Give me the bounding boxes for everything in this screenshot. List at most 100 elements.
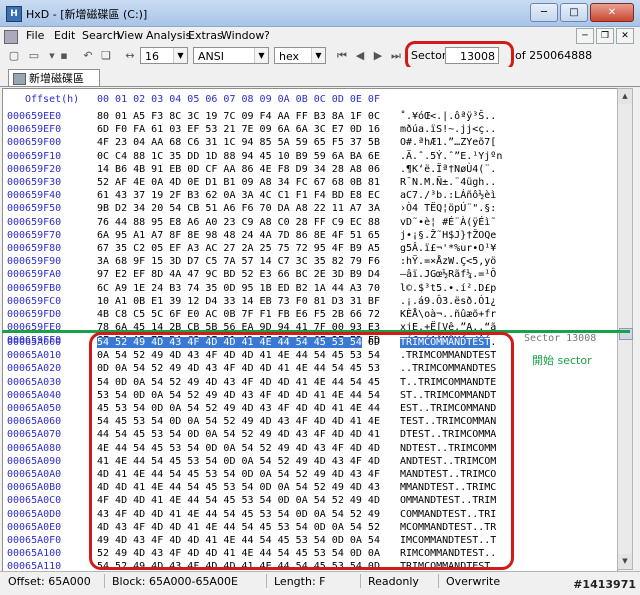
row-offset: 000659F90 [7,256,62,268]
hex-row[interactable]: 000659EF0 6D F0 FA 61 03 EF 53 21 7E 09 6… [3,123,617,136]
row-offset: 00065A050 [7,403,62,414]
row-ascii: .Ä.ˆ.5Ý.ˆ”E.¹Yjºn [400,150,503,162]
row-offset: 000659F20 [7,163,62,175]
status-divider [438,574,439,588]
mdi-minimize-button[interactable]: ─ [576,28,594,44]
menu-extras[interactable]: Extras [188,29,223,42]
hex-row[interactable]: 000659F70 6A 95 A1 A7 8F 8E 98 48 24 4A 7… [3,229,617,242]
last-sector-icon[interactable]: ⏭ [388,48,404,64]
start-sector-annotation: 開始 sector [532,354,592,367]
chevron-down-icon: ▼ [311,48,325,63]
undo-icon[interactable]: ↶ [80,48,96,64]
offset-column-header: Offset(h) [25,94,80,105]
hxd-app-icon[interactable]: H [6,6,22,22]
mdi-close-button[interactable]: ✕ [616,28,634,44]
hex-row[interactable]: 000659FD0 4B C8 C5 5C 6F E0 AC 0B 7F F1 F… [3,308,617,321]
copy-icon[interactable]: ❏ [98,48,114,64]
menu-view[interactable]: View [117,29,143,42]
hex-row[interactable]: 000659F10 0C C4 88 1C 35 DD 1D 88 94 45 1… [3,150,617,163]
charset-select[interactable]: ANSI ▼ [193,47,269,64]
bytes-per-row-value: 16 [145,50,159,63]
bytes-per-row-icon: ↔ [125,49,135,62]
row-offset: 000659FA0 [7,269,62,281]
status-offset: Offset: 65A000 [8,575,91,588]
display-mode-select[interactable]: hex ▼ [274,47,326,64]
maximize-button[interactable]: □ [560,3,588,22]
row-ascii: j•¡§.Ž˜H$J}†ŽOQe [400,229,497,241]
row-ascii: :hŸ.=×ÅzW.Ç<5‚yö [400,256,497,268]
title-bar[interactable]: H HxD - [新增磁碟區 (C:)] ─ □ ✕ [0,0,640,27]
hex-row[interactable]: 000659F30 52 AF 4E 0A 4D 0E D1 B1 09 A8 3… [3,176,617,189]
hex-row[interactable]: 000659F00 4F 23 04 AA 68 C6 31 1C 94 85 5… [3,136,617,149]
status-length: Length: F [274,575,326,588]
scroll-down-icon[interactable]: ▼ [618,554,632,569]
row-offset: 000659EF0 [7,124,62,136]
row-hex-bytes: 10 A1 0B E1 39 12 D4 33 14 EB 73 F0 81 D… [97,295,380,307]
new-file-icon[interactable]: ▢ [6,48,22,64]
previous-sector-icon[interactable]: ◀ [352,48,368,64]
row-offset: 00065A000 [7,337,62,348]
row-hex-bytes: 76 44 88 95 E8 A6 A0 23 C9 A8 C0 28 FF C… [97,216,380,228]
document-icon[interactable] [4,30,18,44]
save-icon[interactable]: ▪ [56,48,72,64]
row-ascii: ›Ò4 TËQ¦öpÚ¨".§: [400,203,497,215]
drive-icon [13,73,26,85]
document-tabs: 新增磁碟區 (C:) [0,67,640,102]
row-hex-bytes: 61 43 37 19 2F B3 62 0A 3A 4C C1 F1 F4 B… [97,190,380,202]
row-hex-bytes: 6C A9 1E 24 B3 74 35 0D 95 1B ED B2 1A 4… [97,282,380,294]
hex-row[interactable]: 000659F20 14 B6 4B 91 EB 0D CF AA 86 4E F… [3,163,617,176]
row-offset: 00065A0C0 [7,495,62,507]
watermark: #1413971 [573,578,636,591]
open-folder-icon[interactable]: ▭ [26,48,42,64]
chevron-down-icon: ▼ [173,48,187,63]
menu-file[interactable]: File [26,29,44,42]
row-offset: 00065A090 [7,455,62,467]
hex-row[interactable]: 000659F80 67 35 C2 05 EF A3 AC 27 2A 25 7… [3,242,617,255]
menu-edit[interactable]: Edit [54,29,75,42]
row-offset: 00065A040 [7,389,62,401]
mdi-restore-button[interactable]: ❐ [596,28,614,44]
row-offset: 00065A100 [7,548,62,560]
row-hex-bytes: 6A 95 A1 A7 8F 8E 98 48 24 4A 7D 86 8E 4… [97,229,380,241]
row-offset: 000659FD0 [7,309,62,320]
next-sector-icon[interactable]: ▶ [370,48,386,64]
menu-help[interactable]: ? [264,29,270,42]
row-offset: 00065A070 [7,429,62,441]
menu-search[interactable]: Search [82,29,120,42]
row-hex-bytes: 0C C4 88 1C 35 DD 1D 88 94 45 10 B9 59 6… [97,150,380,162]
row-offset: 00065A010 [7,350,62,362]
hex-row[interactable]: 000659F90 3A 68 9F 15 3D D7 C5 7A 57 14 C… [3,255,617,268]
hex-row[interactable]: 000659F40 61 43 37 19 2F B3 62 0A 3A 4C C… [3,189,617,202]
tab-drive-c[interactable]: 新增磁碟區 (C:) [8,69,100,102]
hex-row[interactable]: 000659F60 76 44 88 95 E8 A6 A0 23 C9 A8 C… [3,216,617,229]
row-offset: 00065A060 [7,416,62,428]
row-ascii: ˚.¥óŒ<.|.ôªÿ³Š.. [400,111,497,122]
scroll-up-icon[interactable]: ▲ [618,89,632,104]
row-offset: 00065A030 [7,376,62,388]
minimize-button[interactable]: ─ [530,3,558,22]
charset-value: ANSI [198,50,224,63]
row-offset: 00065A0D0 [7,508,62,520]
vertical-scrollbar[interactable]: ▲ ▼ [617,88,633,570]
row-offset: 000659EE0 [7,111,62,122]
row-ascii: KÈÅ\oà¬..ñûæõ+fr [400,309,497,320]
hex-row[interactable]: 000659F50 9B D2 34 20 54 CB 51 A6 F6 70 D… [3,202,617,215]
menu-window[interactable]: Window [221,29,264,42]
status-divider [360,574,361,588]
row-offset: 000659F00 [7,137,62,149]
first-sector-icon[interactable]: ⏮ [334,48,350,64]
row-ascii: .¡.á9.Ô3.ësð.Ó1¿ [400,295,497,307]
sector-marker-label: Sector 13008 [524,333,597,344]
hex-row[interactable]: 000659EE0 80 01 A5 F3 8C 3C 19 7C 09 F4 A… [3,110,617,123]
row-ascii: g5Â.ï£¬'*%ur•O¹¥ [400,243,497,254]
hex-row[interactable]: 000659FB0 6C A9 1E 24 B3 74 35 0D 95 1B E… [3,282,617,295]
row-hex-bytes: 6D F0 FA 61 03 EF 53 21 7E 09 6A 6A 3C E… [97,124,380,136]
bytes-per-row-select[interactable]: 16 ▼ [140,47,188,64]
menu-analysis[interactable]: Analysis [146,29,191,42]
hex-row[interactable]: 000659FC0 10 A1 0B E1 39 12 D4 33 14 EB 7… [3,295,617,308]
hex-row[interactable]: 000659FA0 97 E2 EF 8D 4A 47 9C BD 52 E3 6… [3,268,617,281]
row-offset: 000659F80 [7,243,62,254]
close-button[interactable]: ✕ [590,3,634,22]
status-divider [266,574,267,588]
row-offset: 00065A0E0 [7,521,62,533]
